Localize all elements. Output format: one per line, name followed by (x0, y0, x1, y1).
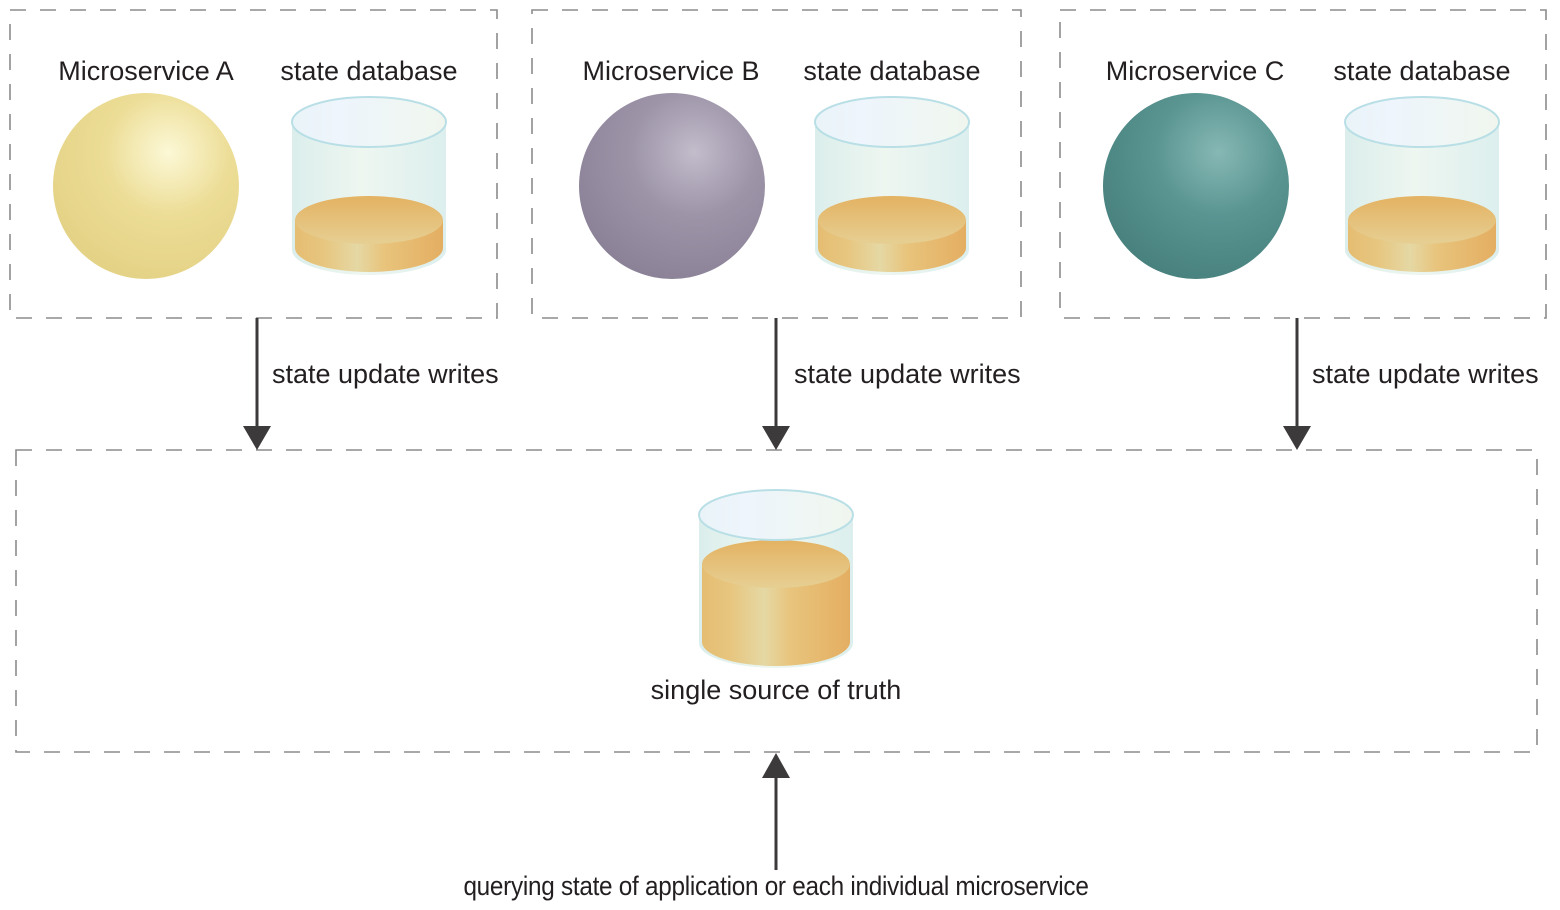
state-database-c-label: state database (1333, 56, 1511, 86)
microservice-b-label: Microservice B (582, 56, 760, 86)
state-database-b-icon (814, 96, 970, 275)
write-arrow-a-label: state update writes (272, 359, 499, 389)
microservice-c-sphere (1103, 93, 1289, 279)
single-source-of-truth-label: single source of truth (650, 675, 902, 705)
query-label: querying state of application or each in… (463, 871, 1089, 901)
state-database-c-icon (1344, 96, 1500, 275)
microservice-a-sphere (53, 93, 239, 279)
single-source-of-truth-database-icon (698, 489, 854, 668)
write-arrow-b (762, 318, 790, 450)
diagram-canvas (9, 9, 1547, 870)
state-database-a-icon (291, 96, 447, 275)
write-arrow-b-label: state update writes (794, 359, 1021, 389)
write-arrow-c-label: state update writes (1312, 359, 1539, 389)
state-database-a-label: state database (280, 56, 458, 86)
microservice-b-sphere (579, 93, 765, 279)
write-arrow-a (243, 318, 271, 450)
query-arrow (762, 753, 790, 870)
write-arrow-c (1283, 318, 1311, 450)
state-database-b-label: state database (803, 56, 981, 86)
microservice-a-label: Microservice A (58, 56, 234, 86)
microservice-c-label: Microservice C (1105, 56, 1285, 86)
